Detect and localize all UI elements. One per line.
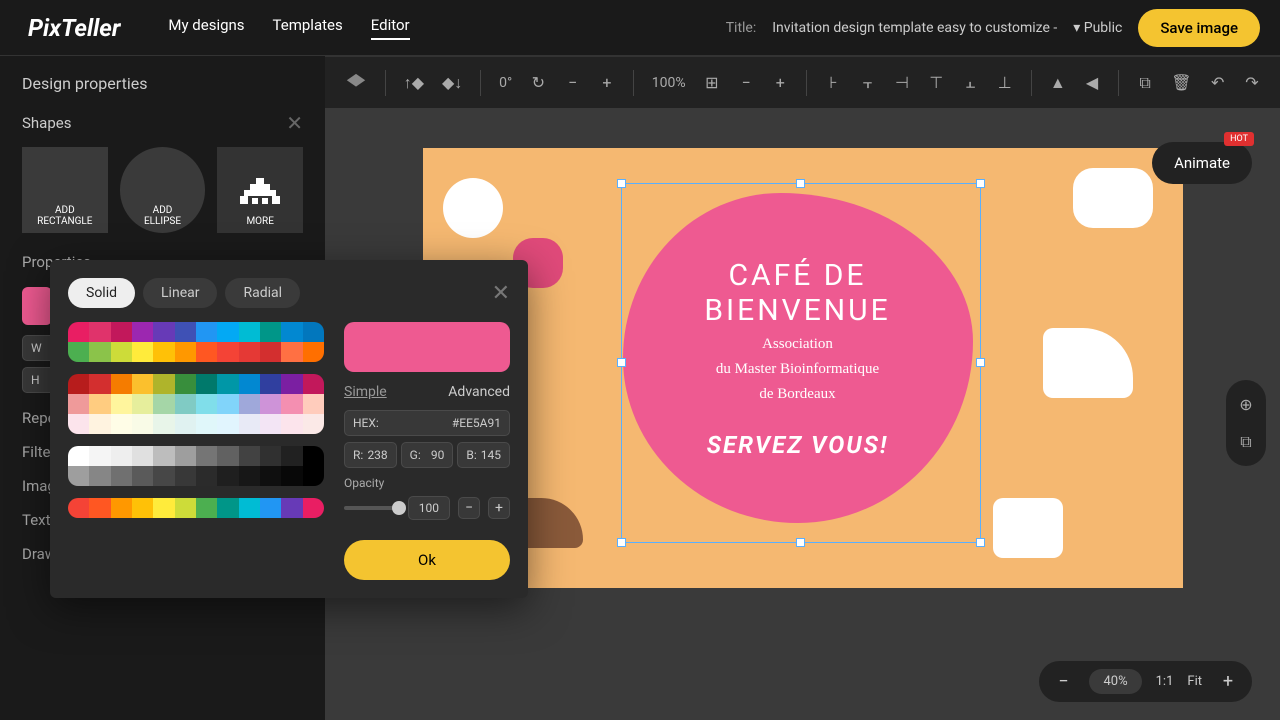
opacity-minus-button[interactable]: − xyxy=(458,497,480,519)
zoom-plus-icon[interactable]: + xyxy=(772,72,788,94)
add-rectangle-button[interactable]: ADD RECTANGLE xyxy=(22,147,108,233)
mode-simple[interactable]: Simple xyxy=(344,384,387,400)
align-right-icon[interactable]: ⊣ xyxy=(894,72,910,94)
flip-vertical-icon[interactable]: ◀ xyxy=(1084,72,1100,94)
close-shapes-icon[interactable]: ✕ xyxy=(286,111,303,135)
tab-solid[interactable]: Solid xyxy=(68,278,135,308)
bring-forward-icon[interactable]: ↑◆ xyxy=(404,72,424,94)
hex-input[interactable]: HEX:#EE5A91 xyxy=(344,410,510,436)
zoom-bar: − 40% 1:1 Fit + xyxy=(1039,661,1252,702)
toolbar: ↑◆ ◆↓ 0° ↻ − + 100% ⊞ − + ⊦ ⫟ ⊣ ⊤ ⫠ ⊥ ▲ … xyxy=(325,56,1280,108)
shapes-header: Shapes xyxy=(22,114,71,132)
visibility-toggle[interactable]: ▾ Public xyxy=(1073,20,1122,36)
logo[interactable]: PixTeller xyxy=(20,12,128,44)
right-tools: ⊕ ⧉ xyxy=(1226,380,1266,466)
align-top-icon[interactable]: ⊤ xyxy=(928,72,944,94)
color-palettes[interactable] xyxy=(68,322,324,580)
opacity-slider[interactable] xyxy=(344,506,400,510)
color-preview xyxy=(344,322,510,372)
nav-editor[interactable]: Editor xyxy=(371,16,410,40)
design-properties-header: Design properties xyxy=(22,74,303,93)
save-image-button[interactable]: Save image xyxy=(1138,9,1260,47)
zoom-value[interactable]: 100% xyxy=(652,75,686,91)
zoom-in-button[interactable]: + xyxy=(1216,670,1240,694)
opacity-value[interactable]: 100 xyxy=(408,496,450,520)
g-input[interactable]: G:90 xyxy=(401,442,454,468)
zoom-fit[interactable]: Fit xyxy=(1187,674,1202,689)
color-picker-panel: Solid Linear Radial ✕ Simple Advanced HE… xyxy=(50,260,528,598)
redo-icon[interactable]: ↷ xyxy=(1244,72,1260,94)
add-element-icon[interactable]: ⊕ xyxy=(1234,392,1258,416)
ok-button[interactable]: Ok xyxy=(344,540,510,580)
align-left-icon[interactable]: ⊦ xyxy=(825,72,841,94)
nav-my-designs[interactable]: My designs xyxy=(168,16,244,40)
rotate-minus-icon[interactable]: − xyxy=(564,72,580,94)
opacity-plus-button[interactable]: + xyxy=(488,497,510,519)
add-ellipse-button[interactable]: ADD ELLIPSE xyxy=(120,147,206,233)
hot-badge: HOT xyxy=(1224,132,1254,146)
undo-icon[interactable]: ↶ xyxy=(1210,72,1226,94)
zoom-out-button[interactable]: − xyxy=(1051,670,1075,694)
zoom-minus-icon[interactable]: − xyxy=(738,72,754,94)
zoom-percentage[interactable]: 40% xyxy=(1089,669,1141,694)
delete-icon[interactable]: 🗑 xyxy=(1171,72,1191,94)
r-input[interactable]: R:238 xyxy=(344,442,397,468)
fill-swatch[interactable] xyxy=(22,287,52,325)
duplicate-right-icon[interactable]: ⧉ xyxy=(1234,430,1258,454)
zoom-1-1[interactable]: 1:1 xyxy=(1156,674,1174,689)
send-backward-icon[interactable]: ◆↓ xyxy=(442,72,462,94)
duplicate-icon[interactable]: ⧉ xyxy=(1137,72,1153,94)
rotate-icon[interactable]: ↻ xyxy=(530,72,546,94)
rotation-value[interactable]: 0° xyxy=(499,75,512,91)
align-bottom-icon[interactable]: ⊥ xyxy=(997,72,1013,94)
tab-linear[interactable]: Linear xyxy=(143,278,217,308)
b-input[interactable]: B:145 xyxy=(457,442,510,468)
title-label: Title: xyxy=(726,20,757,36)
mode-advanced[interactable]: Advanced xyxy=(448,384,510,400)
tab-radial[interactable]: Radial xyxy=(225,278,300,308)
more-shapes-button[interactable]: MORE xyxy=(217,147,303,233)
design-canvas[interactable]: CAFÉ DE BIENVENUE Association du Master … xyxy=(423,148,1183,588)
title-value[interactable]: Invitation design template easy to custo… xyxy=(772,20,1057,36)
opacity-label: Opacity xyxy=(344,476,510,490)
close-colorpicker-icon[interactable]: ✕ xyxy=(492,281,510,306)
flip-horizontal-icon[interactable]: ▲ xyxy=(1050,72,1066,94)
align-middle-icon[interactable]: ⫠ xyxy=(962,72,978,94)
align-center-icon[interactable]: ⫟ xyxy=(860,72,876,94)
rotate-plus-icon[interactable]: + xyxy=(599,72,615,94)
layers-icon[interactable] xyxy=(345,72,367,94)
selection-box[interactable] xyxy=(621,183,981,543)
transparency-icon[interactable]: ⊞ xyxy=(704,72,720,94)
animate-button[interactable]: Animate HOT xyxy=(1152,142,1252,184)
nav-templates[interactable]: Templates xyxy=(273,16,343,40)
